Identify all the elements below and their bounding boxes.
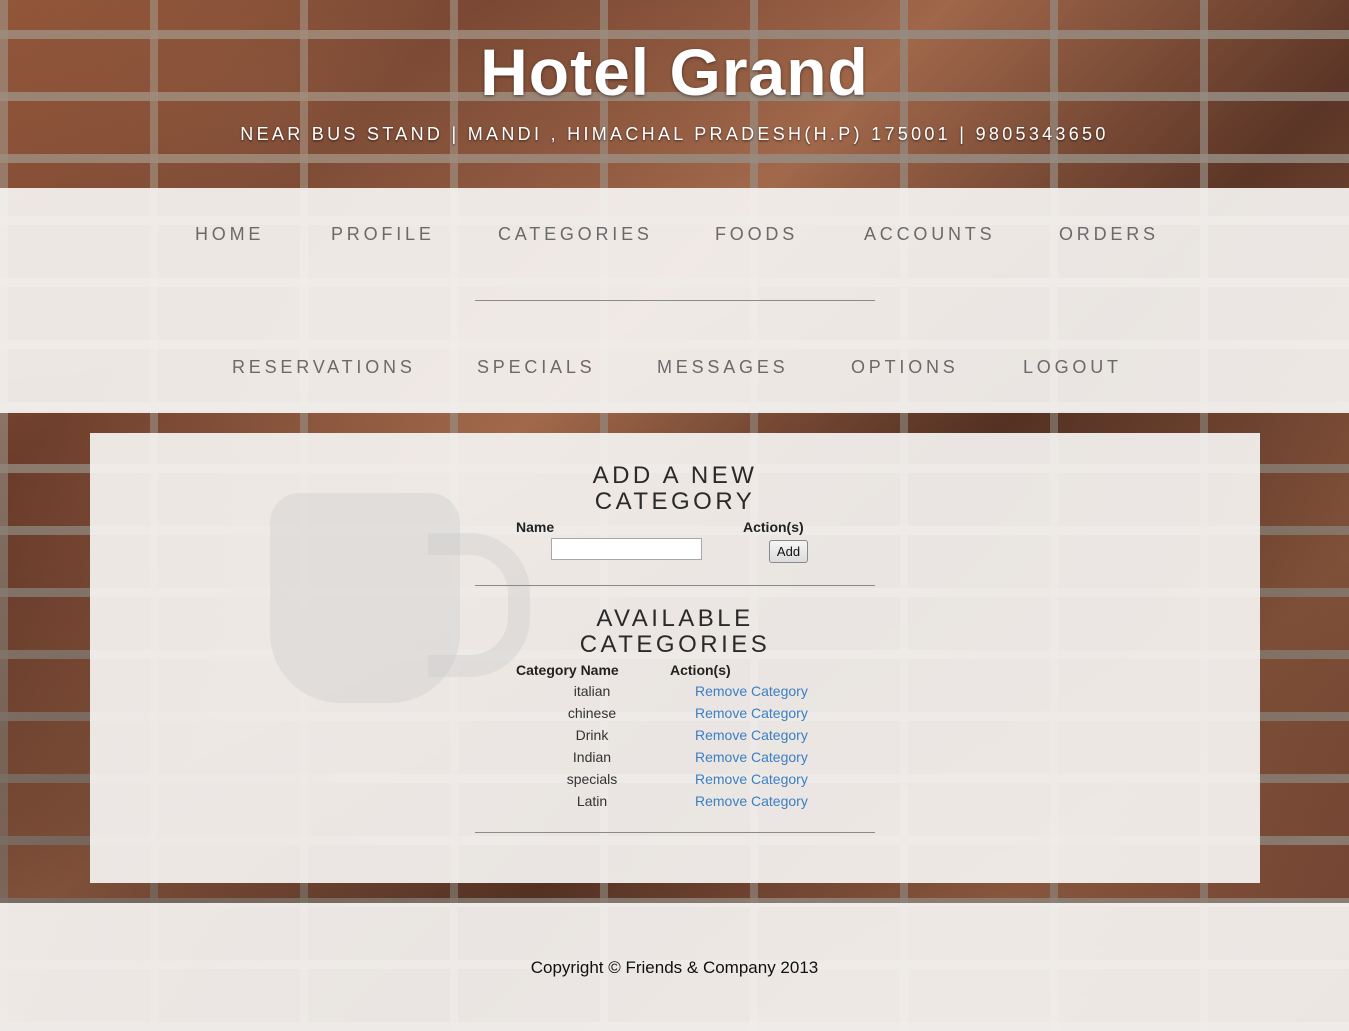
remove-category-link[interactable]: Remove Category: [695, 724, 808, 746]
category-name: italian: [573, 683, 611, 699]
section-divider: [475, 585, 875, 586]
table-row: Latin Remove Category: [90, 790, 1260, 812]
table-row: chinese Remove Category: [90, 702, 1260, 724]
table-row: specials Remove Category: [90, 768, 1260, 790]
nav-divider: [475, 300, 875, 301]
name-column-header: Name: [516, 519, 555, 535]
remove-category-link[interactable]: Remove Category: [695, 768, 808, 790]
main-navigation: HOME PROFILE CATEGORIES FOODS ACCOUNTS O…: [0, 188, 1349, 413]
category-name: Latin: [576, 793, 608, 809]
copyright-text: Copyright © Friends & Company 2013: [530, 958, 819, 977]
available-categories-title-line1: AVAILABLE: [596, 605, 754, 632]
category-name: specials: [566, 771, 618, 787]
add-category-title-line1: ADD A NEW: [592, 462, 758, 489]
mug-background-image: [270, 493, 530, 703]
category-name-input[interactable]: [551, 538, 702, 560]
nav-logout[interactable]: LOGOUT: [1023, 357, 1122, 378]
category-name-column-header: Category Name: [516, 662, 619, 678]
add-category-title-line2: CATEGORY: [594, 488, 756, 515]
nav-foods[interactable]: FOODS: [715, 224, 798, 245]
category-name: Indian: [572, 749, 612, 765]
nav-orders[interactable]: ORDERS: [1059, 224, 1159, 245]
remove-category-link[interactable]: Remove Category: [695, 746, 808, 768]
add-category-button[interactable]: Add: [769, 540, 808, 563]
content-panel: ADD A NEW CATEGORY Name Action(s) Add AV…: [90, 433, 1260, 883]
remove-category-link[interactable]: Remove Category: [695, 790, 808, 812]
nav-accounts[interactable]: ACCOUNTS: [864, 224, 995, 245]
site-title: Hotel Grand: [480, 35, 869, 109]
available-categories-title: AVAILABLE CATEGORIES: [90, 606, 1260, 658]
nav-options[interactable]: OPTIONS: [851, 357, 959, 378]
nav-categories[interactable]: CATEGORIES: [498, 224, 653, 245]
site-address: NEAR BUS STAND | MANDI , HIMACHAL PRADES…: [240, 124, 1109, 144]
category-action-column-header: Action(s): [670, 662, 731, 678]
nav-specials[interactable]: SPECIALS: [477, 357, 595, 378]
add-category-title: ADD A NEW CATEGORY: [90, 463, 1260, 515]
nav-home[interactable]: HOME: [195, 224, 264, 245]
nav-reservations[interactable]: RESERVATIONS: [232, 357, 416, 378]
action-column-header: Action(s): [743, 519, 804, 535]
table-row: Indian Remove Category: [90, 746, 1260, 768]
category-name: Drink: [575, 727, 609, 743]
category-name: chinese: [567, 705, 617, 721]
nav-profile[interactable]: PROFILE: [331, 224, 435, 245]
available-categories-title-line2: CATEGORIES: [579, 631, 771, 658]
remove-category-link[interactable]: Remove Category: [695, 680, 808, 702]
site-header: Hotel Grand NEAR BUS STAND | MANDI , HIM…: [0, 0, 1349, 188]
section-divider: [475, 832, 875, 833]
table-row: italian Remove Category: [90, 680, 1260, 702]
site-footer: Copyright © Friends & Company 2013: [0, 903, 1349, 1031]
table-row: Drink Remove Category: [90, 724, 1260, 746]
nav-messages[interactable]: MESSAGES: [657, 357, 788, 378]
remove-category-link[interactable]: Remove Category: [695, 702, 808, 724]
